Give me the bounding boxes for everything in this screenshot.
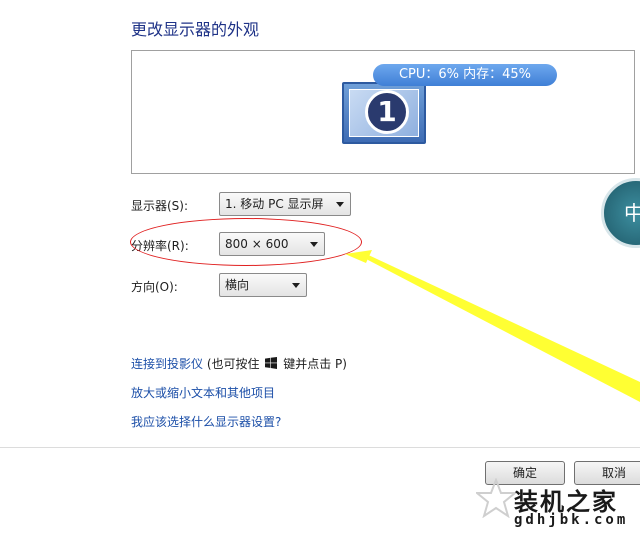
watermark-url: gdhjbk.com (514, 512, 629, 528)
watermark-star-icon (476, 478, 516, 518)
annotation-arrow-icon (345, 250, 640, 402)
